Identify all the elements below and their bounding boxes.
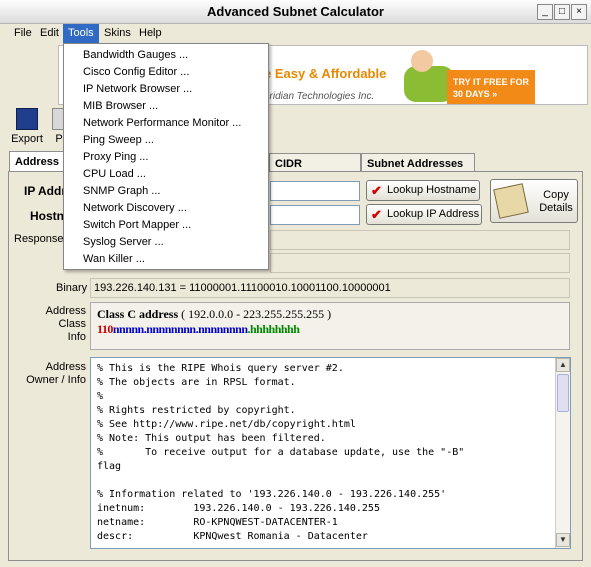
copy-details-button[interactable]: Copy Details [490,179,578,223]
maximize-button[interactable]: □ [554,4,570,20]
tools-menu: Bandwidth Gauges ... Cisco Config Editor… [63,43,269,270]
menu-item-mib-browser[interactable]: MIB Browser ... [64,98,268,115]
menu-item-syslog-server[interactable]: Syslog Server ... [64,234,268,251]
menu-item-network-discovery[interactable]: Network Discovery ... [64,200,268,217]
tab-subnet-addresses[interactable]: Subnet Addresses [361,153,475,173]
menu-item-switch-port-mapper[interactable]: Switch Port Mapper ... [64,217,268,234]
menu-item-cisco-config-editor[interactable]: Cisco Config Editor ... [64,64,268,81]
hostname-input[interactable] [270,205,360,225]
checkmark-icon: ✔ [371,183,382,198]
banner-tagline: e Easy & Affordable [264,66,387,81]
response-label: Response [14,233,64,245]
scroll-down-icon[interactable]: ▼ [556,533,570,547]
close-button[interactable]: × [571,4,587,20]
clipboard-icon [493,183,529,219]
scroll-thumb[interactable] [557,374,569,412]
lookup-hostname-label: Lookup Hostname [387,184,477,196]
banner-cta[interactable]: TRY IT FREE FOR 30 DAYS » [447,70,535,104]
menu-item-wan-killer[interactable]: Wan Killer ... [64,251,268,268]
address-class-box: Class C address ( 192.0.0.0 - 223.255.25… [90,302,570,350]
menu-item-network-performance-monitor[interactable]: Network Performance Monitor ... [64,115,268,132]
class-bits-prefix: 110 [97,322,113,336]
lookup-ip-button[interactable]: ✔ Lookup IP Address [366,204,482,225]
address-class-label: Address Class Info [45,305,86,343]
binary-label: Binary [56,282,88,294]
menu-edit[interactable]: Edit [35,24,64,43]
menu-item-snmp-graph[interactable]: SNMP Graph ... [64,183,268,200]
ip-address-label: IP Addr [24,184,67,198]
banner-company: eridian Technologies Inc. [264,91,375,102]
menu-help[interactable]: Help [134,24,167,43]
export-label: Export [11,133,43,145]
class-title: Class C address [97,307,179,321]
address-owner-label: Address Owner / Info [26,361,86,386]
menu-item-bandwidth-gauges[interactable]: Bandwidth Gauges ... [64,47,268,64]
window-title: Advanced Subnet Calculator [207,4,384,19]
response-field-2 [270,253,570,273]
lookup-hostname-button[interactable]: ✔ Lookup Hostname [366,180,480,201]
menu-bar: File Edit Tools Skins Help [0,24,591,43]
binary-field: 193.226.140.131 = 11000001.11100010.1000… [90,278,570,298]
lookup-ip-label: Lookup IP Address [387,208,480,220]
menu-file[interactable]: File [9,24,37,43]
menu-item-ping-sweep[interactable]: Ping Sweep ... [64,132,268,149]
menu-item-proxy-ping[interactable]: Proxy Ping ... [64,149,268,166]
floppy-disk-icon [16,108,38,130]
ip-address-input[interactable] [270,181,360,201]
whois-output[interactable]: % This is the RIPE Whois query server #2… [90,357,571,549]
print-label: P [55,133,63,145]
scroll-up-icon[interactable]: ▲ [556,358,570,372]
menu-item-ip-network-browser[interactable]: IP Network Browser ... [64,81,268,98]
copy-details-label: Copy Details [539,189,573,214]
banner-person-head [411,50,433,72]
menu-tools[interactable]: Tools [63,24,99,43]
menu-skins[interactable]: Skins [99,24,136,43]
tab-cidr-calculator[interactable]: CIDR Calculator [269,153,361,190]
class-bits-host: .hhhhhhhh [247,322,300,336]
class-range: ( 192.0.0.0 - 223.255.255.255 ) [178,307,332,321]
response-field [270,230,570,250]
minimize-button[interactable]: _ [537,4,553,20]
class-bits-network: nnnnn.nnnnnnnn.nnnnnnnn [112,322,248,336]
hostname-label: Hostn [30,209,64,223]
whois-scrollbar[interactable]: ▲ ▼ [555,358,570,548]
checkmark-icon: ✔ [371,207,382,222]
export-button[interactable]: Export [6,108,48,152]
tab-address[interactable]: Address [9,151,69,173]
menu-item-cpu-load[interactable]: CPU Load ... [64,166,268,183]
title-bar: Advanced Subnet Calculator [0,0,591,24]
